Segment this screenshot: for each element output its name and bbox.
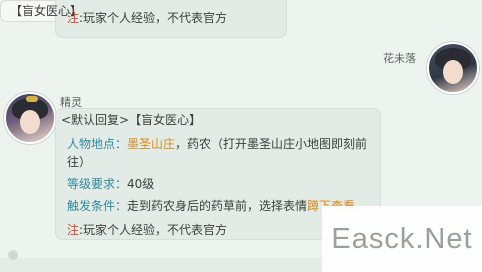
scroll-indicator-dot: [8, 250, 18, 260]
right-sender-name: 花未落: [383, 52, 416, 65]
trigger-text: 走到药农身后的药草前，选择表情: [127, 199, 308, 213]
left-avatar[interactable]: [4, 92, 56, 144]
disclaimer-text: :玩家个人经验，不代表官方: [79, 223, 228, 237]
location-rest: ，药农（打开墨圣山庄小地图即刻前: [175, 137, 368, 151]
avatar-face-shape: [443, 60, 463, 84]
default-reply-line: <默认回复>【盲女医心】: [61, 113, 202, 127]
avatar-face-shape: [20, 110, 40, 134]
level-label: 等级要求：: [67, 177, 128, 191]
right-message-bubble: 【盲女医心】: [0, 0, 95, 22]
right-message-text: 【盲女医心】: [10, 4, 83, 18]
trigger-label: 触发条件：: [67, 199, 128, 213]
level-value: 40级: [127, 177, 155, 191]
disclaimer-line: 注:玩家个人经验，不代表官方: [67, 222, 227, 238]
level-line: 等级要求：40级: [67, 176, 154, 192]
watermark: Easck.Net: [322, 206, 482, 272]
disclaimer-text: :玩家个人经验，不代表官方: [79, 11, 228, 25]
right-avatar[interactable]: [427, 42, 479, 94]
previous-message-bubble: 注:玩家个人经验，不代表官方: [55, 0, 287, 38]
location-label: 人物地点：: [67, 137, 128, 151]
disclaimer-prefix: 注: [67, 223, 80, 237]
location-continued: 往）: [67, 155, 92, 169]
previous-disclaimer-line: 注:玩家个人经验，不代表官方: [67, 10, 227, 26]
bottom-strip: [0, 258, 322, 272]
location-highlight: 墨圣山庄: [127, 137, 176, 151]
location-line: 人物地点：墨圣山庄，药农（打开墨圣山庄小地图即刻前: [67, 136, 367, 152]
trigger-line: 触发条件：走到药农身后的药草前，选择表情蹲下查看: [67, 198, 355, 214]
avatar-ornament-shape: [26, 96, 38, 102]
